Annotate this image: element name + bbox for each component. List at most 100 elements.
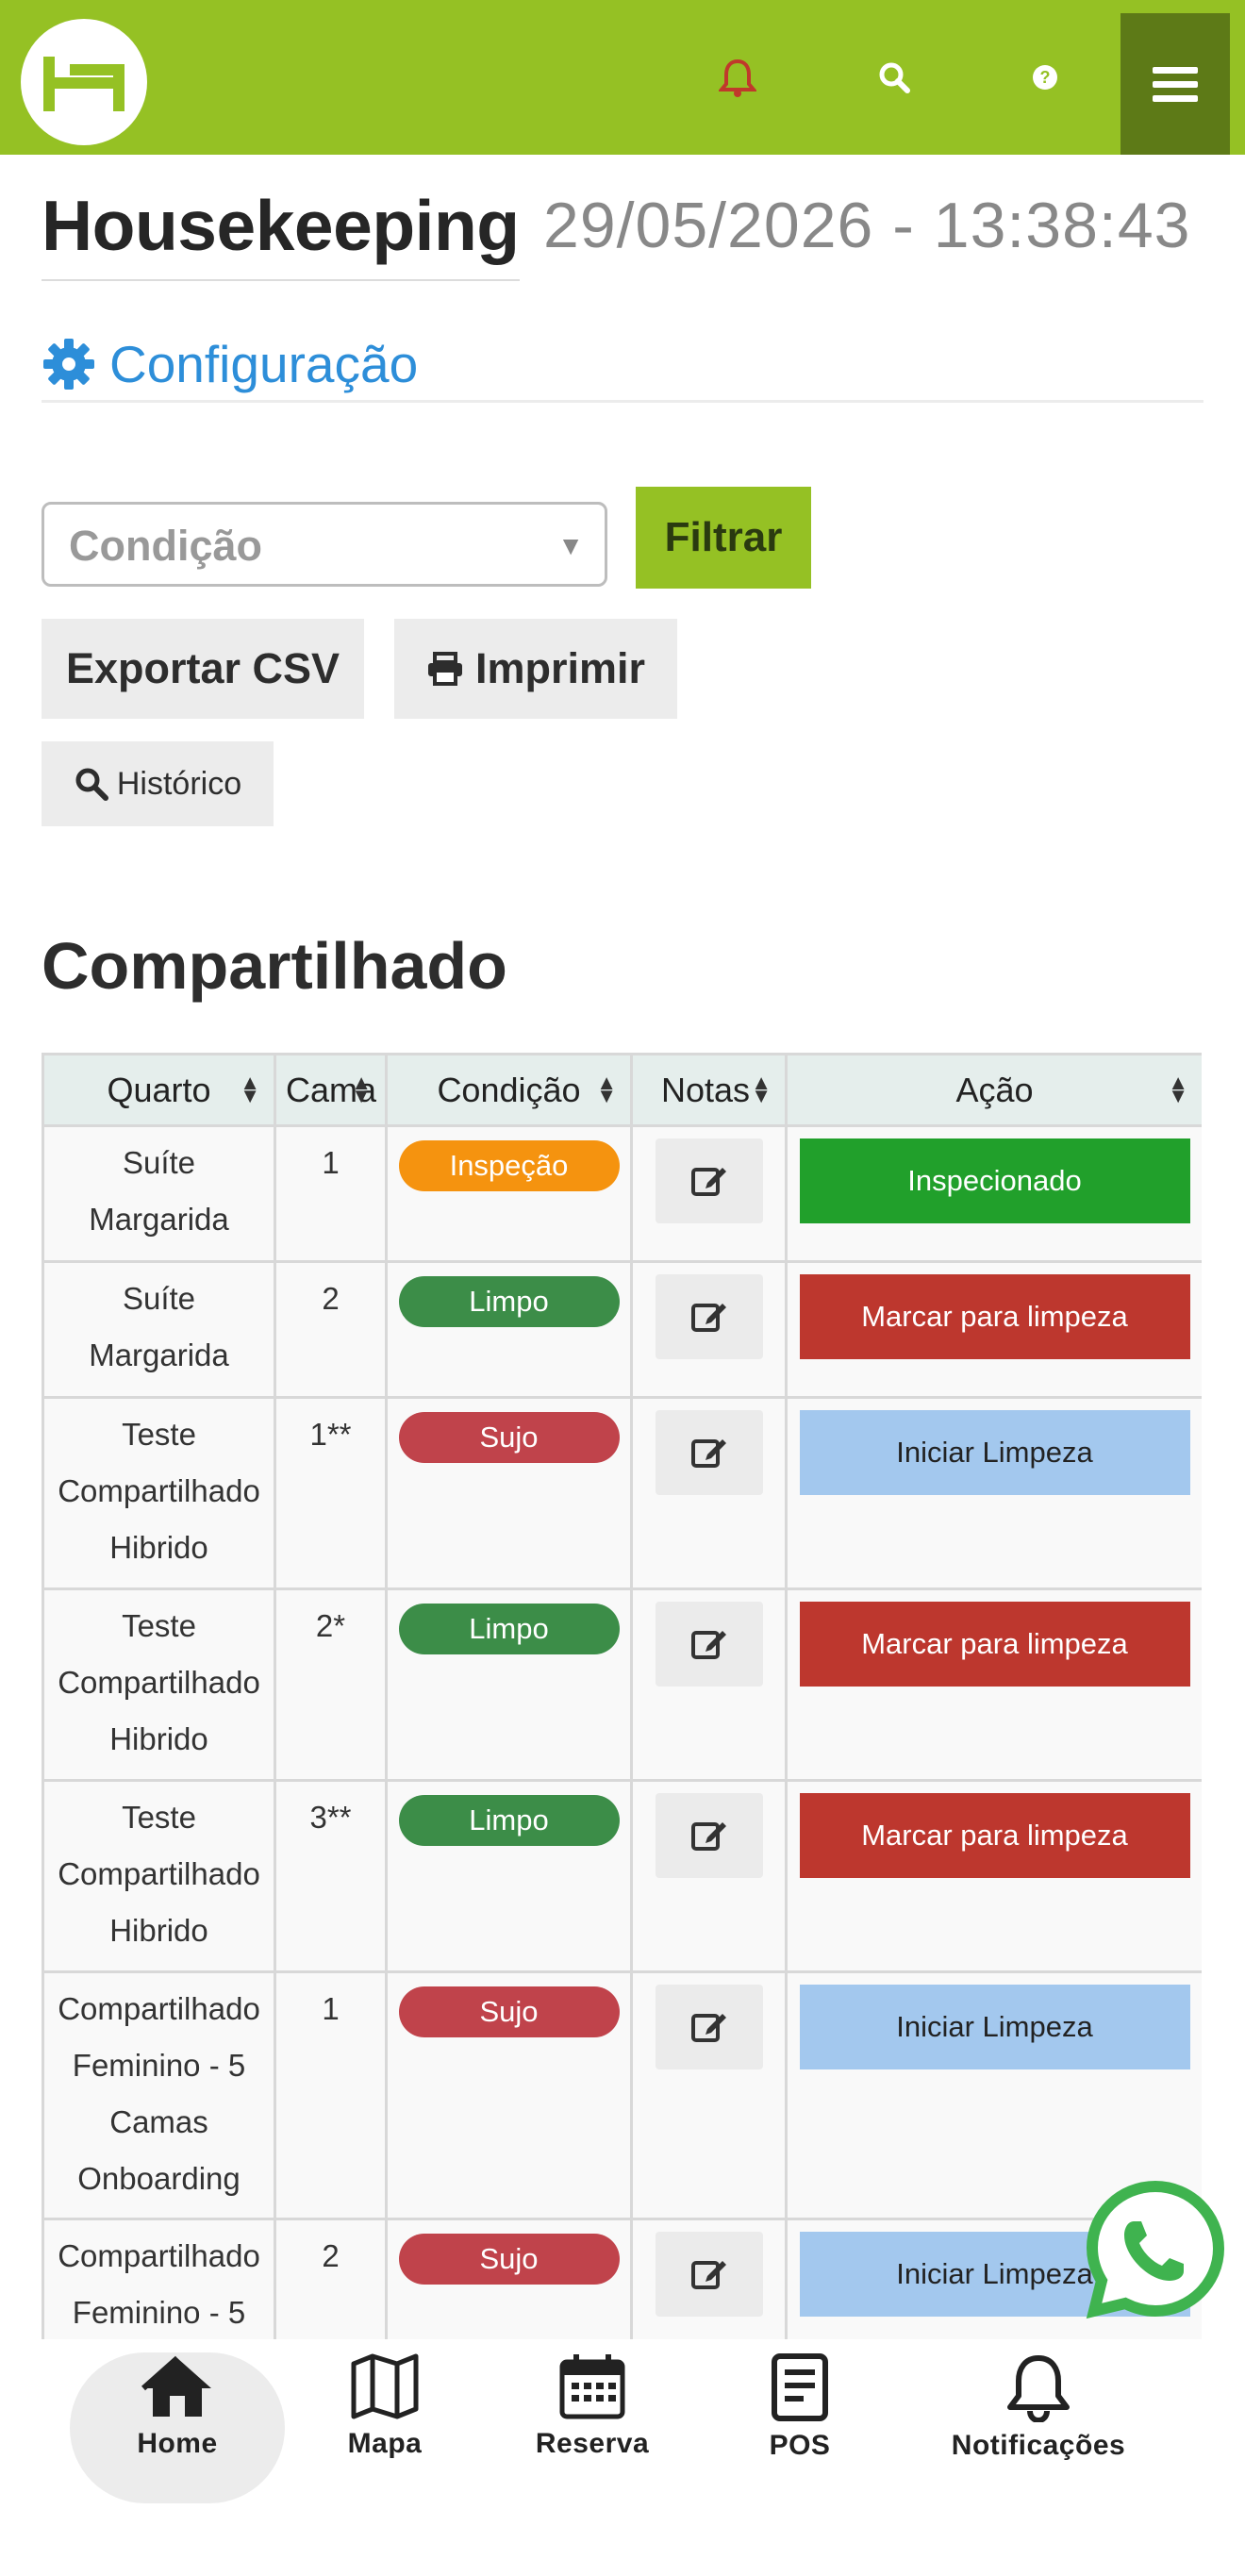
edit-notes-button[interactable]: [655, 1410, 763, 1495]
room-name-line: Hibrido: [109, 1913, 208, 1948]
cell-bed: 2: [274, 1260, 388, 1399]
edit-icon: [690, 1631, 726, 1659]
room-name-line: Hibrido: [109, 1721, 208, 1756]
top-bar: ?: [0, 0, 1245, 155]
config-label: Configuração: [109, 335, 419, 393]
room-name-line: Onboarding: [77, 2161, 241, 2196]
room-name-line: Compartilhado: [58, 1856, 260, 1891]
action-button[interactable]: Iniciar Limpeza: [799, 1985, 1190, 2069]
sort-icon: ▲ ▼: [596, 1071, 617, 1107]
search-icon: [75, 768, 108, 801]
room-name-line: Suíte: [122, 1281, 196, 1316]
column-header-condition[interactable]: Condição ▲ ▼: [385, 1053, 633, 1127]
cell-condition: Sujo: [385, 1970, 633, 2220]
whatsapp-icon[interactable]: [1075, 2169, 1236, 2330]
room-name-line: Feminino - 5: [72, 2295, 246, 2330]
nav-item-home[interactable]: Home: [117, 2352, 238, 2460]
table-body: Suíte Margarida 1 Inspeção Inspecionado Suíte…: [42, 1124, 1202, 2341]
nav-item-notifications[interactable]: Notificações: [941, 2352, 1136, 2462]
hotel-bed-logo-icon[interactable]: [21, 19, 147, 145]
column-header-room[interactable]: Quarto ▲ ▼: [42, 1053, 276, 1127]
nav-item-pos[interactable]: POS: [743, 2352, 856, 2462]
table-row: Teste Compartilhado Hibrido 1** Sujo Iniciar …: [42, 1396, 1202, 1590]
room-name-line: Compartilhado: [58, 1473, 260, 1508]
cell-notes: [630, 1260, 788, 1399]
room-name-line: Suíte: [122, 1145, 196, 1180]
table-row: Teste Compartilhado Hibrido 3** Limpo Marcar …: [42, 1779, 1202, 1973]
column-header-bed[interactable]: Cama ▲ ▼: [274, 1053, 388, 1127]
edit-notes-button[interactable]: [655, 2232, 763, 2317]
edit-notes-button[interactable]: [655, 1985, 763, 2069]
receipt-icon: [772, 2353, 828, 2421]
history-label: Histórico: [116, 765, 242, 802]
cell-room: Suíte Margarida: [42, 1124, 276, 1263]
history-button[interactable]: Histórico: [42, 741, 274, 826]
edit-icon: [690, 1822, 726, 1851]
action-button[interactable]: Inspecionado: [799, 1138, 1190, 1223]
room-name-line: Camas: [109, 2104, 208, 2139]
condition-badge: Limpo: [398, 1276, 620, 1327]
filter-button[interactable]: Filtrar: [636, 487, 811, 589]
print-button[interactable]: Imprimir: [394, 619, 677, 719]
table-row: Teste Compartilhado Hibrido 2* Limpo Marcar p…: [42, 1587, 1202, 1782]
condition-badge: Inspeção: [398, 1140, 620, 1191]
action-button[interactable]: Marcar para limpeza: [799, 1793, 1190, 1878]
action-button[interactable]: Marcar para limpeza: [799, 1602, 1190, 1687]
export-csv-button[interactable]: Exportar CSV: [42, 619, 364, 719]
svg-text:?: ?: [1040, 68, 1051, 87]
condition-select-value: Condição: [69, 522, 263, 570]
room-name-line: Teste: [122, 1608, 196, 1643]
print-label: Imprimir: [474, 644, 646, 692]
condition-select[interactable]: Condição ▼: [42, 502, 607, 587]
edit-notes-button[interactable]: [655, 1602, 763, 1687]
cell-condition: Sujo: [385, 1396, 633, 1590]
cell-notes: [630, 1124, 788, 1263]
table-row: Suíte Margarida 2 Limpo Marcar para limpeza: [42, 1260, 1202, 1399]
bottom-navigation: Home Mapa Reserva POS Notificações: [0, 2339, 1245, 2576]
edit-icon: [690, 1304, 726, 1332]
cell-room: Teste Compartilhado Hibrido: [42, 1587, 276, 1782]
edit-notes-button[interactable]: [655, 1274, 763, 1359]
nav-label-notifications: Notificações: [951, 2430, 1126, 2461]
nav-item-map[interactable]: Mapa: [328, 2352, 441, 2460]
cell-room: Teste Compartilhado Hibrido: [42, 1396, 276, 1590]
edit-icon: [690, 1168, 726, 1196]
room-name-line: Hibrido: [109, 1530, 208, 1565]
room-name-line: Teste: [122, 1800, 196, 1835]
section-title: Compartilhado: [42, 929, 507, 1003]
export-csv-label: Exportar CSV: [65, 644, 340, 692]
table-row: Suíte Margarida 1 Inspeção Inspecionado: [42, 1124, 1202, 1263]
nav-label-reserva: Reserva: [535, 2428, 650, 2459]
edit-icon: [690, 2261, 726, 2289]
column-header-notes[interactable]: Notas ▲ ▼: [630, 1053, 788, 1127]
cell-condition: Limpo: [385, 1779, 633, 1973]
cell-bed: 2*: [274, 1587, 388, 1782]
sort-icon: ▲ ▼: [351, 1071, 372, 1107]
cell-notes: [630, 1970, 788, 2220]
cell-condition: Inspeção: [385, 1124, 633, 1263]
hamburger-menu-icon[interactable]: [1120, 13, 1230, 155]
printer-icon: [427, 652, 462, 686]
edit-icon: [690, 1439, 726, 1468]
cell-bed: 1: [274, 1124, 388, 1263]
map-icon: [351, 2353, 419, 2419]
page-title: Housekeeping: [42, 185, 520, 281]
edit-notes-button[interactable]: [655, 1138, 763, 1223]
column-header-action[interactable]: Ação ▲ ▼: [785, 1053, 1202, 1127]
edit-icon: [690, 2014, 726, 2042]
room-name-line: Feminino - 5: [72, 2048, 246, 2083]
cell-condition: Limpo: [385, 1260, 633, 1399]
chevron-down-icon: ▼: [557, 531, 584, 560]
action-button[interactable]: Iniciar Limpeza: [799, 1410, 1190, 1495]
cell-room: Suíte Margarida: [42, 1260, 276, 1399]
help-icon[interactable]: ?: [1017, 49, 1073, 106]
search-icon[interactable]: [866, 49, 922, 106]
action-button[interactable]: Marcar para limpeza: [799, 1274, 1190, 1359]
condition-badge: Sujo: [398, 1986, 620, 2037]
sort-icon: ▲ ▼: [240, 1071, 260, 1107]
edit-notes-button[interactable]: [655, 1793, 763, 1878]
nav-item-reserva[interactable]: Reserva: [526, 2352, 658, 2460]
config-link[interactable]: Configuração: [42, 334, 418, 394]
bell-icon[interactable]: [709, 49, 766, 106]
room-name-line: Margarida: [89, 1338, 229, 1372]
